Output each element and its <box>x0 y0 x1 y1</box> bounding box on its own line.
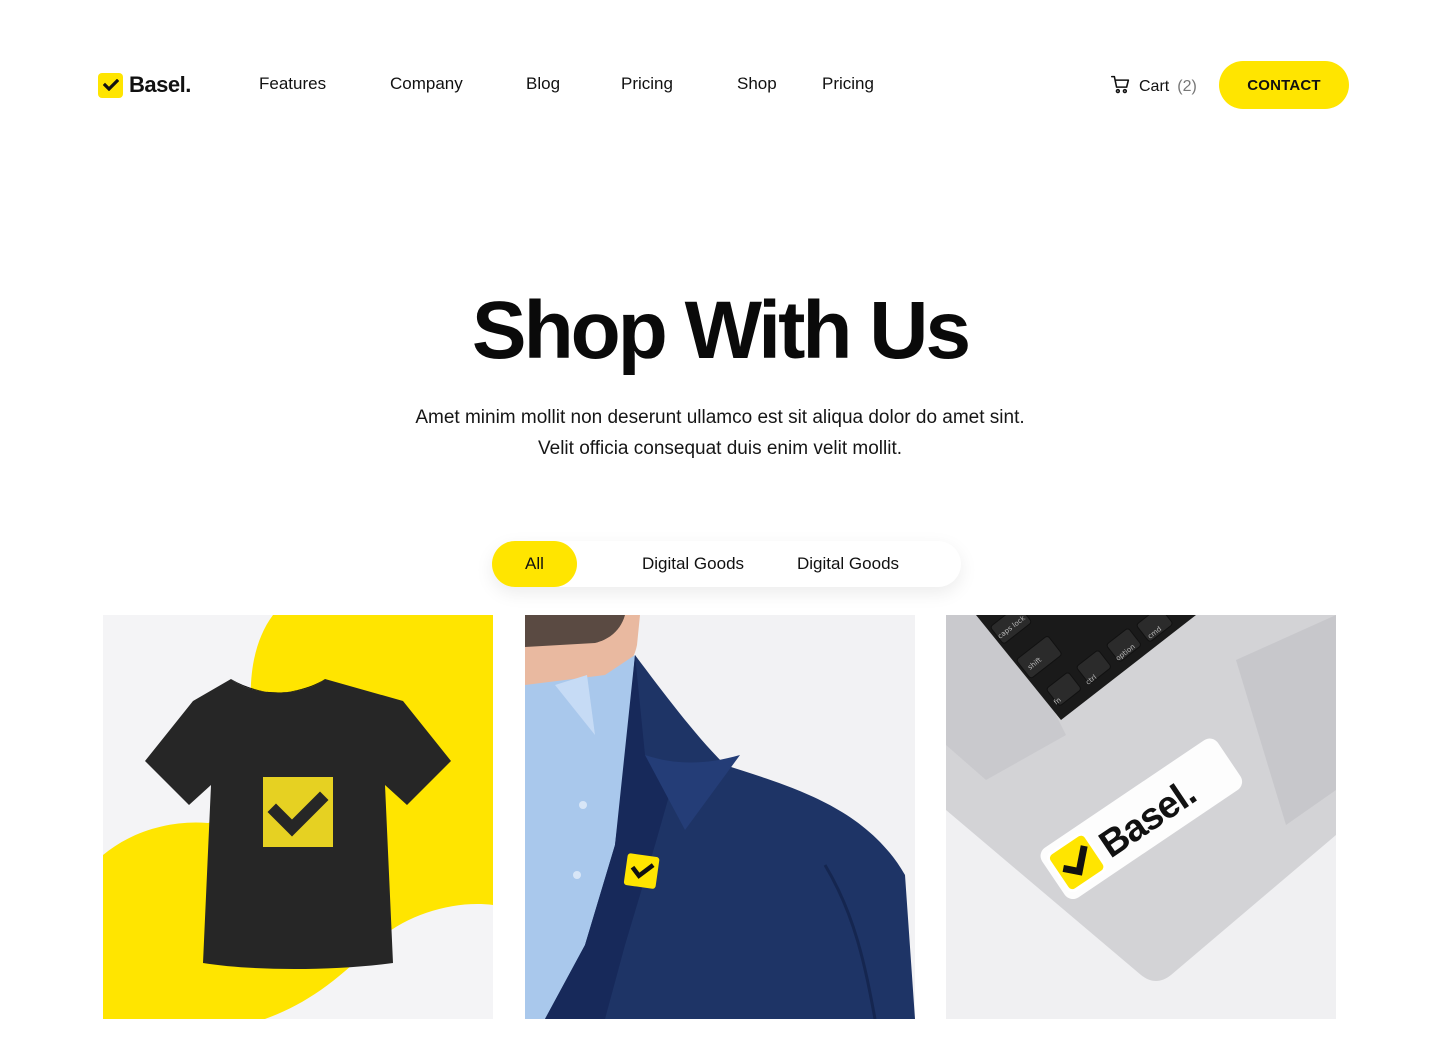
brand-logo[interactable]: Basel. <box>98 72 191 98</box>
tab-digital-goods-2[interactable]: Digital Goods <box>782 541 914 587</box>
nav-item-company[interactable]: Company <box>390 74 463 94</box>
cart-link[interactable]: Cart (2) <box>1110 74 1197 100</box>
nav-item-features[interactable]: Features <box>259 74 326 94</box>
nav-item-pricing-2[interactable]: Pricing <box>822 74 874 94</box>
contact-button[interactable]: CONTACT <box>1219 61 1349 109</box>
hero-subtitle-line-1: Amet minim mollit non deserunt ullamco e… <box>415 407 1025 428</box>
product-card-tshirt[interactable] <box>103 615 493 1019</box>
check-icon <box>98 72 123 98</box>
tshirt-image <box>103 615 493 1019</box>
site-header: Basel. Features Company Blog Pricing Sho… <box>0 0 1440 170</box>
filter-tabs: All Digital Goods Digital Goods <box>492 541 961 587</box>
sticker-image: caps lock shift fn ctrl option cmd Basel… <box>946 615 1336 1019</box>
product-card-pin[interactable] <box>525 615 915 1019</box>
hero-subtitle-line-2: Velit officia consequat duis enim velit … <box>538 438 902 459</box>
pin-image <box>525 615 915 1019</box>
nav-item-pricing[interactable]: Pricing <box>621 74 673 94</box>
cart-icon <box>1110 74 1131 100</box>
cart-count: (2) <box>1177 78 1197 95</box>
nav-item-shop[interactable]: Shop <box>737 74 777 94</box>
tab-digital-goods[interactable]: Digital Goods <box>627 541 759 587</box>
nav-item-blog[interactable]: Blog <box>526 74 560 94</box>
hero-subtitle: Amet minim mollit non deserunt ullamco e… <box>0 402 1440 464</box>
page-title: Shop With Us <box>471 285 971 376</box>
brand-name: Basel. <box>129 72 191 97</box>
cart-label: Cart <box>1139 78 1170 95</box>
tab-all[interactable]: All <box>492 541 577 587</box>
product-card-sticker[interactable]: caps lock shift fn ctrl option cmd Basel… <box>946 615 1336 1019</box>
